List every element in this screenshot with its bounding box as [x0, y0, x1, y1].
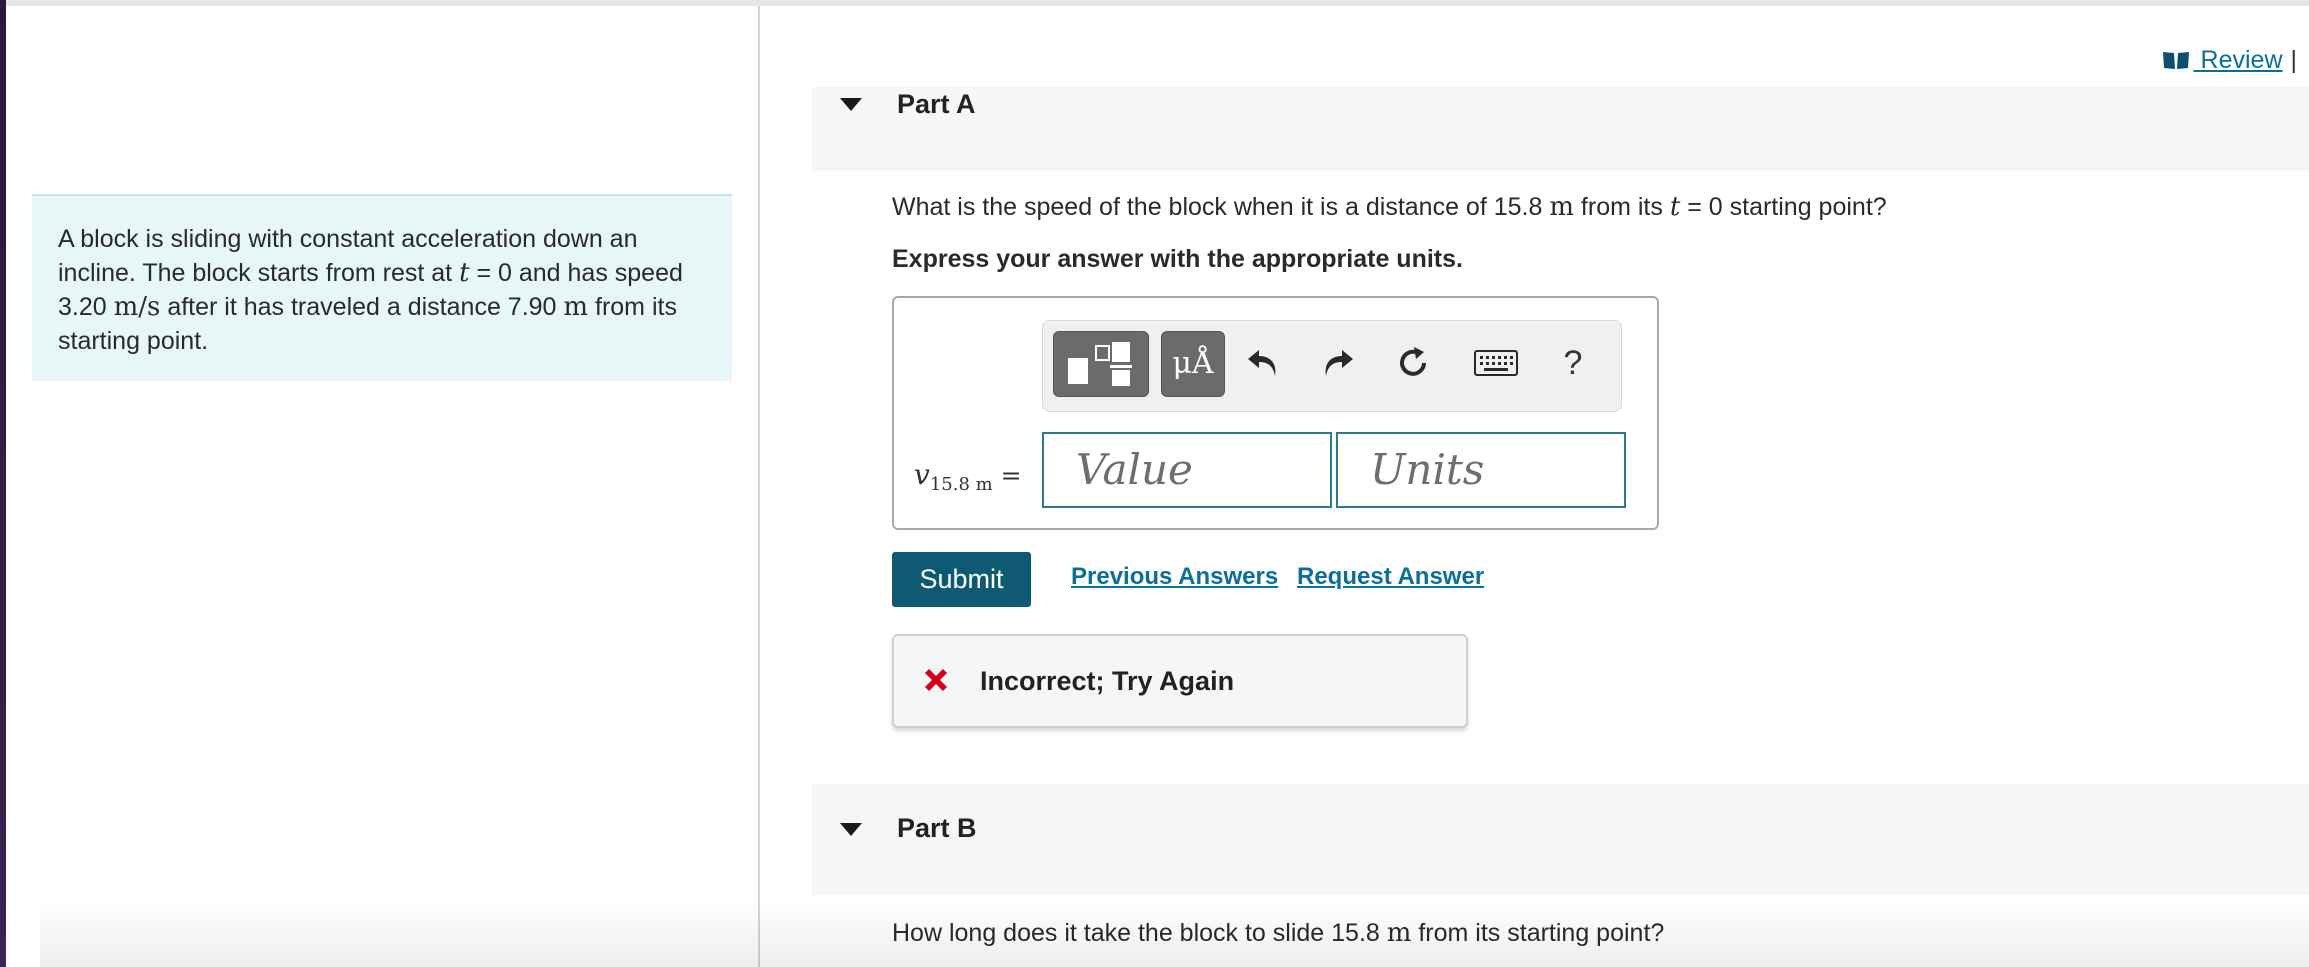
answer-box: μÅ ? v15.8 m = Value Units — [892, 296, 1659, 530]
book-icon — [2162, 52, 2189, 69]
collapse-caret-icon[interactable] — [840, 98, 862, 111]
question-unit: m — [1386, 918, 1412, 948]
math-toolbar: μÅ ? — [1042, 320, 1622, 412]
variable-subscript: 15.8 m — [929, 474, 993, 495]
question-text: = 0 starting point? — [1680, 193, 1887, 221]
units-input[interactable]: Units — [1336, 432, 1626, 508]
question-text: from its starting point? — [1411, 919, 1665, 947]
part-a-question: What is the speed of the block when it i… — [892, 192, 1887, 222]
collapse-caret-icon[interactable] — [840, 823, 862, 836]
intro-distance-unit: m — [563, 292, 589, 322]
units-button[interactable]: μÅ — [1161, 331, 1225, 397]
templates-icon — [1068, 342, 1132, 386]
undo-icon[interactable] — [1243, 343, 1283, 383]
reset-icon[interactable] — [1393, 343, 1433, 383]
part-a-header[interactable]: Part A — [812, 87, 2309, 171]
equals-sign: = — [992, 461, 1022, 490]
window-edge — [0, 0, 6, 967]
keyboard-icon[interactable] — [1473, 343, 1519, 383]
part-b-title: Part B — [897, 813, 977, 843]
error-x-icon — [925, 669, 947, 691]
review-link-container: Review | — [2162, 46, 2297, 75]
redo-icon[interactable] — [1318, 343, 1358, 383]
part-b-question: How long does it take the block to slide… — [892, 918, 1664, 948]
templates-button[interactable] — [1053, 331, 1149, 397]
answer-variable-label: v15.8 m = — [914, 458, 1022, 495]
variable-symbol: v — [914, 458, 930, 491]
previous-answers-link[interactable]: Previous Answers — [1071, 563, 1278, 591]
answer-instruction: Express your answer with the appropriate… — [892, 245, 1463, 273]
feedback-message: Incorrect; Try Again — [980, 666, 1235, 696]
question-text: How long does it take the block to slide… — [892, 919, 1387, 947]
submit-button[interactable]: Submit — [892, 552, 1031, 607]
column-divider — [758, 6, 760, 967]
intro-t-variable: t — [459, 258, 470, 288]
question-text: What is the speed of the block when it i… — [892, 193, 1550, 221]
review-separator: | — [2290, 46, 2298, 74]
problem-statement: A block is sliding with constant acceler… — [32, 194, 732, 381]
part-b-header[interactable]: Part B — [812, 784, 2309, 895]
value-input[interactable]: Value — [1042, 432, 1332, 508]
question-unit: m — [1549, 192, 1574, 222]
top-border — [0, 0, 2309, 6]
intro-text: after it has traveled a distance 7.90 — [160, 293, 564, 321]
intro-speed-unit: m/s — [113, 292, 161, 322]
part-a-title: Part A — [897, 89, 976, 119]
review-link[interactable]: Review — [2162, 46, 2283, 74]
question-t-variable: t — [1669, 192, 1681, 222]
request-answer-link[interactable]: Request Answer — [1297, 563, 1484, 591]
feedback-box: Incorrect; Try Again — [892, 634, 1468, 728]
help-icon[interactable]: ? — [1553, 343, 1593, 383]
review-label: Review — [2193, 46, 2283, 74]
question-text: from its — [1573, 193, 1670, 221]
